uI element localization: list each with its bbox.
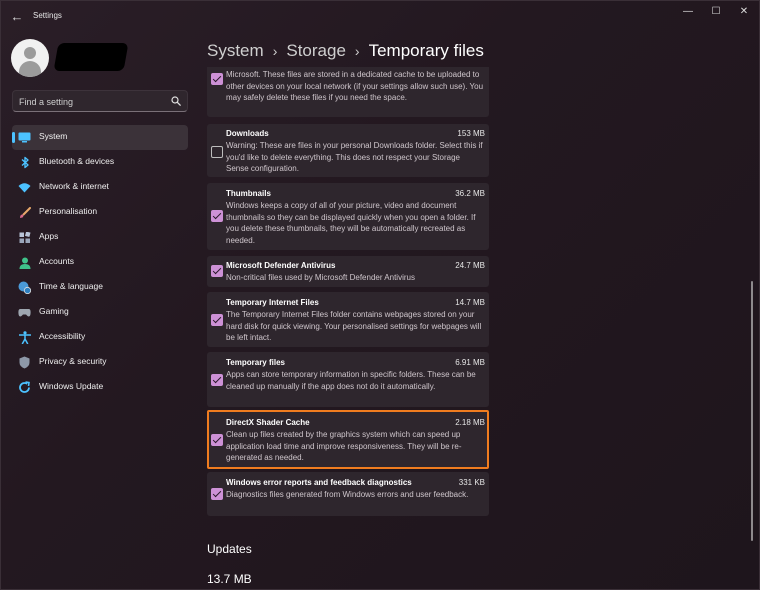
shield-icon <box>18 356 31 369</box>
scrollbar[interactable] <box>751 281 753 541</box>
file-checkbox[interactable] <box>211 374 223 386</box>
file-size: 153 MB <box>457 129 485 138</box>
gamepad-icon <box>18 306 31 319</box>
title-bar: ← Settings — ☐ ✕ <box>1 1 759 35</box>
file-title: Temporary files <box>226 358 285 367</box>
file-checkbox[interactable] <box>211 434 223 446</box>
breadcrumb: System › Storage › Temporary files <box>207 39 484 63</box>
file-card-downloads: Downloads 153 MB Warning: These are file… <box>207 124 489 177</box>
update-icon <box>18 381 31 394</box>
sidebar-item-system[interactable]: System <box>12 125 188 150</box>
app-title: Settings <box>33 11 62 20</box>
sidebar-item-label: Accessibility <box>39 331 86 341</box>
file-checkbox[interactable] <box>211 210 223 222</box>
sidebar-item-network[interactable]: Network & internet <box>12 175 188 200</box>
sidebar-item-label: Windows Update <box>39 381 104 391</box>
sidebar-item-label: Accounts <box>39 256 74 266</box>
file-size: 331 KB <box>458 478 485 487</box>
file-card-defender: Microsoft Defender Antivirus 24.7 MB Non… <box>207 256 489 287</box>
file-checkbox[interactable] <box>211 314 223 326</box>
sidebar-item-gaming[interactable]: Gaming <box>12 300 188 325</box>
maximize-button[interactable]: ☐ <box>704 5 728 19</box>
file-card-delivery-optimization: Microsoft. These files are stored in a d… <box>207 67 489 117</box>
sidebar-item-label: Privacy & security <box>39 356 107 366</box>
breadcrumb-storage[interactable]: Storage <box>286 41 346 61</box>
search-icon[interactable] <box>171 96 181 106</box>
back-arrow-icon[interactable]: ← <box>9 9 25 25</box>
page-title: Temporary files <box>368 41 484 60</box>
sidebar-item-apps[interactable]: Apps <box>12 225 188 250</box>
file-title: Downloads <box>226 129 269 138</box>
monitor-icon <box>18 131 31 144</box>
file-checkbox[interactable] <box>211 265 223 277</box>
file-card-directx-shader-cache: DirectX Shader Cache 2.18 MB Clean up fi… <box>207 412 489 467</box>
file-title: Thumbnails <box>226 189 271 198</box>
file-description: Microsoft. These files are stored in a d… <box>226 70 484 102</box>
file-title: Microsoft Defender Antivirus <box>226 261 336 270</box>
temporary-files-list: Microsoft. These files are stored in a d… <box>207 67 747 590</box>
sidebar-item-time-language[interactable]: Time & language <box>12 275 188 300</box>
sidebar-item-bluetooth[interactable]: Bluetooth & devices <box>12 150 188 175</box>
updates-section-title: Updates <box>207 542 252 556</box>
file-description: Non-critical files used by Microsoft Def… <box>226 273 415 282</box>
settings-window: ← Settings — ☐ ✕ System Bluetooth & dev <box>0 0 760 590</box>
file-card-windows-error-reports: Windows error reports and feedback diagn… <box>207 472 489 516</box>
sidebar-item-privacy-security[interactable]: Privacy & security <box>12 350 188 375</box>
file-card-temporary-internet-files: Temporary Internet Files 14.7 MB The Tem… <box>207 292 489 347</box>
globe-clock-icon <box>18 281 31 294</box>
sidebar-item-label: Personalisation <box>39 206 98 216</box>
file-title: DirectX Shader Cache <box>226 418 310 427</box>
sidebar-item-accessibility[interactable]: Accessibility <box>12 325 188 350</box>
file-description: Clean up files created by the graphics s… <box>226 430 462 462</box>
breadcrumb-system[interactable]: System <box>207 41 264 61</box>
chevron-right-icon: › <box>272 43 278 59</box>
file-card-temporary-files: Temporary files 6.91 MB Apps can store t… <box>207 352 489 407</box>
updates-size: 13.7 MB <box>207 572 252 586</box>
file-card-thumbnails: Thumbnails 36.2 MB Windows keeps a copy … <box>207 183 489 250</box>
file-description: Apps can store temporary information in … <box>226 370 476 391</box>
wifi-icon <box>18 181 31 194</box>
file-size: 2.18 MB <box>455 418 485 427</box>
file-title: Temporary Internet Files <box>226 298 319 307</box>
sidebar-item-label: Time & language <box>39 281 103 291</box>
file-size: 6.91 MB <box>455 358 485 367</box>
file-description: The Temporary Internet Files folder cont… <box>226 310 482 342</box>
file-checkbox[interactable] <box>211 146 223 158</box>
apps-icon <box>18 231 31 244</box>
file-description: Diagnostics files generated from Windows… <box>226 490 469 499</box>
sidebar-item-label: Apps <box>39 231 59 241</box>
file-size: 24.7 MB <box>455 261 485 270</box>
person-icon <box>18 256 31 269</box>
sidebar-item-label: System <box>39 131 68 141</box>
file-description: Warning: These are files in your persona… <box>226 141 483 173</box>
sidebar-item-label: Bluetooth & devices <box>39 156 115 166</box>
search-box[interactable] <box>12 90 188 112</box>
file-checkbox[interactable] <box>211 73 223 85</box>
file-title: Windows error reports and feedback diagn… <box>226 478 412 487</box>
file-size: 14.7 MB <box>455 298 485 307</box>
search-input[interactable] <box>19 94 169 109</box>
file-description: Windows keeps a copy of all of your pict… <box>226 201 476 245</box>
sidebar-item-personalisation[interactable]: Personalisation <box>12 200 188 225</box>
file-size: 36.2 MB <box>455 189 485 198</box>
close-button[interactable]: ✕ <box>732 5 756 19</box>
sidebar-item-accounts[interactable]: Accounts <box>12 250 188 275</box>
file-checkbox[interactable] <box>211 488 223 500</box>
sidebar-item-label: Gaming <box>39 306 69 316</box>
minimize-button[interactable]: — <box>676 5 700 19</box>
brush-icon <box>18 206 31 219</box>
sidebar-item-label: Network & internet <box>39 181 109 191</box>
bluetooth-icon <box>18 156 31 169</box>
avatar[interactable] <box>11 39 49 77</box>
chevron-right-icon: › <box>354 43 360 59</box>
sidebar-nav: System Bluetooth & devices Network & int… <box>12 125 188 400</box>
accessibility-icon <box>18 331 31 344</box>
redacted-profile-name <box>53 43 129 71</box>
sidebar-item-windows-update[interactable]: Windows Update <box>12 375 188 400</box>
